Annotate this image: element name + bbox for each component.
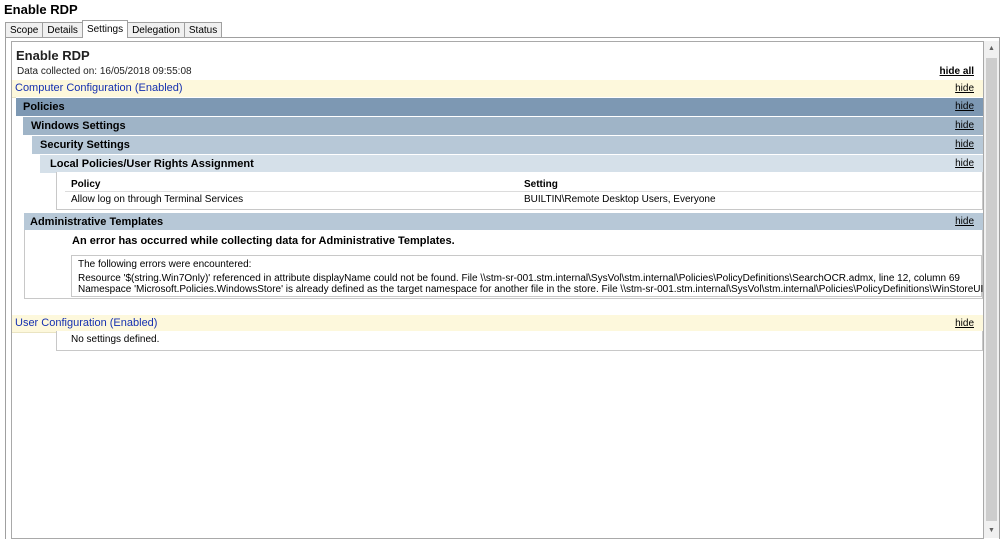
error-line-1: Resource '$(string.Win7Only)' referenced… <box>78 273 960 284</box>
scroll-down-arrow-icon[interactable]: ▼ <box>984 523 999 538</box>
window-title: Enable RDP <box>4 2 78 17</box>
error-line-2: Namespace 'Microsoft.Policies.WindowsSto… <box>78 284 984 295</box>
administrative-templates-header[interactable]: Administrative Templates hide <box>24 212 983 231</box>
setting-cell: BUILTIN\Remote Desktop Users, Everyone <box>524 194 716 205</box>
hide-local-policies-link[interactable]: hide <box>955 158 974 169</box>
hide-security-settings-link[interactable]: hide <box>955 139 974 150</box>
user-rights-table: Policy Setting Allow log on through Term… <box>56 172 983 210</box>
local-policies-label: Local Policies/User Rights Assignment <box>50 158 254 170</box>
administrative-templates-label: Administrative Templates <box>30 216 164 228</box>
policy-cell: Allow log on through Terminal Services <box>71 194 244 205</box>
report-title: Enable RDP <box>16 48 90 63</box>
user-configuration-content: No settings defined. <box>56 331 983 351</box>
computer-configuration-header[interactable]: Computer Configuration (Enabled) hide <box>12 79 983 98</box>
tab-scope[interactable]: Scope <box>5 22 44 38</box>
tab-content-frame: Enable RDP Data collected on: 16/05/2018… <box>5 37 1000 539</box>
windows-settings-label: Windows Settings <box>31 120 126 132</box>
vertical-scrollbar[interactable]: ▲ ▼ <box>984 41 999 538</box>
hide-administrative-templates-link[interactable]: hide <box>955 216 974 227</box>
tab-delegation[interactable]: Delegation <box>127 22 185 38</box>
hide-windows-settings-link[interactable]: hide <box>955 120 974 131</box>
errors-intro-text: The following errors were encountered: <box>78 259 252 270</box>
tab-details[interactable]: Details <box>42 22 83 38</box>
hide-all-link[interactable]: hide all <box>940 66 974 77</box>
tab-settings[interactable]: Settings <box>81 20 129 38</box>
policies-header[interactable]: Policies hide <box>16 97 983 116</box>
setting-column-header: Setting <box>524 179 558 190</box>
hide-policies-link[interactable]: hide <box>955 101 974 112</box>
no-settings-text: No settings defined. <box>71 334 160 345</box>
windows-settings-header[interactable]: Windows Settings hide <box>23 116 983 135</box>
error-list-box: The following errors were encountered: R… <box>71 255 984 297</box>
error-heading: An error has occurred while collecting d… <box>72 235 455 247</box>
security-settings-header[interactable]: Security Settings hide <box>32 135 983 154</box>
administrative-templates-content: An error has occurred while collecting d… <box>24 230 983 299</box>
local-policies-header[interactable]: Local Policies/User Rights Assignment hi… <box>40 154 983 173</box>
computer-configuration-label: Computer Configuration (Enabled) <box>15 82 183 94</box>
hide-user-configuration-link[interactable]: hide <box>955 318 974 329</box>
policy-column-header: Policy <box>71 179 101 190</box>
user-configuration-label: User Configuration (Enabled) <box>15 317 158 329</box>
security-settings-label: Security Settings <box>40 139 130 151</box>
tab-status[interactable]: Status <box>183 22 223 38</box>
scrollbar-thumb[interactable] <box>986 58 997 521</box>
policies-label: Policies <box>23 101 65 113</box>
settings-report: Enable RDP Data collected on: 16/05/2018… <box>11 41 984 539</box>
table-header-divider <box>65 191 982 192</box>
hide-computer-configuration-link[interactable]: hide <box>955 83 974 94</box>
data-collected-text: Data collected on: 16/05/2018 09:55:08 <box>17 66 192 77</box>
scroll-up-arrow-icon[interactable]: ▲ <box>984 41 999 56</box>
tab-strip: Scope Details Settings Delegation Status <box>5 20 223 38</box>
